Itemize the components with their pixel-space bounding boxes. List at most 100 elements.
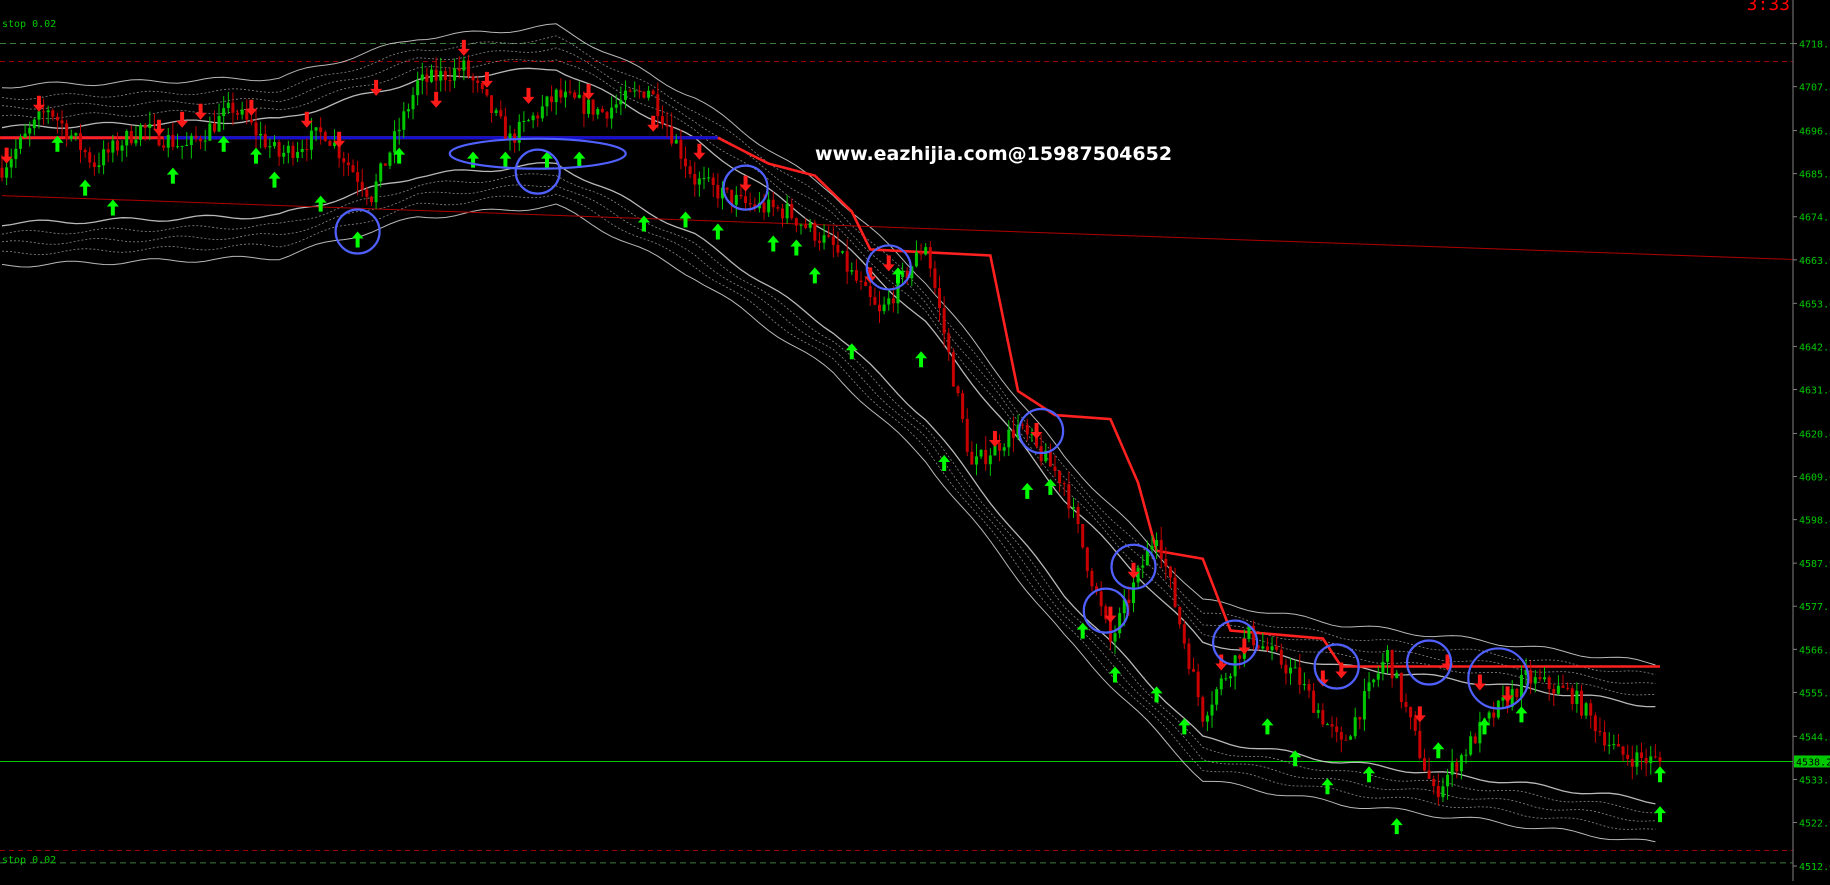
candle-body [744,196,748,204]
candle-body [74,133,78,136]
candle-body [416,80,420,96]
candle-body [1455,762,1459,772]
candle-body [1653,756,1657,758]
candle-body [1358,717,1362,720]
candle-body [199,138,203,142]
candle-body [725,187,729,190]
buy-arrow [1363,766,1376,783]
candle-body [79,133,83,151]
candle-body [1293,667,1297,669]
sell-arrow [882,255,895,272]
candle-body [1127,599,1131,604]
candle-body [1547,677,1551,689]
candle-body [406,109,410,112]
candle-body [231,102,235,113]
candle-body [69,135,73,139]
candle-body [1515,689,1519,698]
candle-body [647,90,651,98]
candle-body [956,386,960,394]
sell-arrow [1473,674,1486,691]
candle-body [425,74,429,82]
candle-body [526,120,530,122]
candle-body [568,91,572,93]
candle-body [970,451,974,465]
candle-body [120,145,124,151]
candle-body [877,304,881,312]
candle-body [51,110,55,117]
candle-body [1325,724,1329,726]
candle-body [1159,540,1163,559]
candle-body [434,69,438,81]
candle-body [762,202,766,213]
candle-body [365,189,369,197]
candle-body [998,442,1002,451]
candle-body [185,144,189,146]
candle-body [92,162,96,168]
candle-body [1058,470,1062,484]
candle-body [360,181,364,190]
price-chart[interactable]: 4718.1 4707.3 4696.3 4685.5 4674.7 4663.9 4653… [0,0,1830,881]
candle-body [1187,643,1191,670]
candle-body [97,165,101,168]
candle-body [1473,736,1477,744]
buy-arrow [166,167,179,184]
candle-body [702,178,706,180]
candle-body [633,90,637,92]
candle-body [476,80,480,84]
candle-body [813,222,817,241]
candle-body [734,194,738,205]
highlight-circle [514,148,561,195]
candle-body [393,131,397,153]
candle-body [277,141,281,157]
candle-body [23,133,27,138]
candle-body [1556,685,1560,694]
candle-body [781,208,785,219]
candle-body [480,83,484,90]
candle-body [1205,715,1209,722]
candle-body [60,120,64,124]
candle-body [226,102,230,109]
candle-body [18,137,22,149]
candle-body [891,298,895,304]
y-tick-label: 4566.3 [1799,645,1830,656]
y-tick-label: 4555.5 [1799,688,1830,699]
candle-body [1612,744,1616,746]
watermark-text: www.eazhijia.com@15987504652 [815,143,1172,165]
candle-body [1168,566,1172,578]
candle-body [1649,756,1653,764]
buy-arrow [1044,478,1057,495]
candle-body [605,112,609,119]
candle-body [356,172,360,182]
candle-body [411,95,415,110]
candle-body [32,119,36,129]
candle-body [1529,670,1533,684]
candle-body [217,116,221,132]
candle-body [1658,757,1662,762]
candle-body [670,126,674,144]
buy-arrow [1021,482,1034,499]
candle-body [1376,673,1380,680]
band-lower-dotted [1,184,1656,822]
candle-body [924,247,928,255]
candle-body [466,60,470,77]
buy-arrow [314,195,327,212]
buy-arrow [351,231,364,248]
candle-body [1441,786,1445,798]
candle-body [1552,688,1556,694]
band-upper-dotted [1,35,1656,676]
candle-body [961,393,965,419]
candle-body [536,115,540,119]
candle-body [1330,724,1334,727]
candle-body [1584,703,1588,716]
candle-body [577,94,581,98]
candle-body [268,146,272,148]
buy-arrow [1432,742,1445,759]
band-lower-outer [1,203,1656,843]
sell-arrow [430,91,443,108]
buy-arrow [268,171,281,188]
candle-body [1372,679,1376,683]
candle-body [693,174,697,185]
candle-body [1413,717,1417,731]
candle-body [559,89,563,98]
chart-canvas[interactable]: 4718.1 4707.3 4696.3 4685.5 4674.7 4663.9 4653… [0,0,1830,881]
